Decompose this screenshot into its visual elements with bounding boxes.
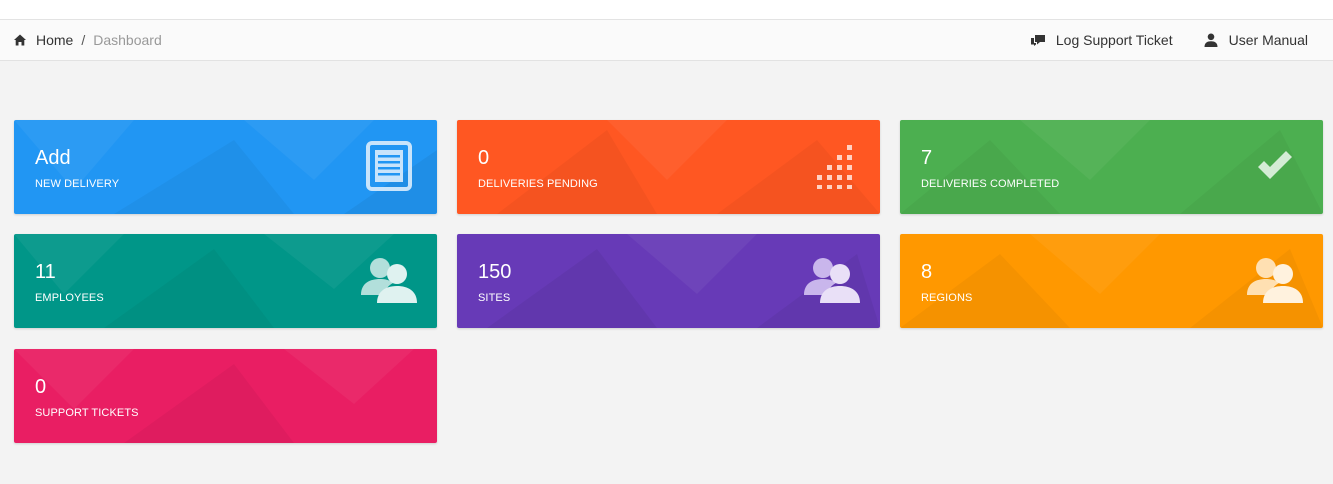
user-icon xyxy=(1203,32,1219,48)
tile-support-tickets[interactable]: 0 SUPPORT TICKETS xyxy=(14,349,437,443)
tile-sites[interactable]: 150 SITES xyxy=(457,234,880,328)
tile-value: 150 xyxy=(478,261,512,283)
tile-value: 7 xyxy=(921,147,933,169)
tile-label: EMPLOYEES xyxy=(35,292,104,304)
tile-label: DELIVERIES PENDING xyxy=(478,178,598,190)
user-manual-link[interactable]: User Manual xyxy=(1203,32,1308,48)
tile-background-pattern xyxy=(14,349,437,443)
breadcrumb-current: Dashboard xyxy=(93,32,162,48)
document-icon xyxy=(361,138,417,194)
top-bar xyxy=(0,0,1333,20)
breadcrumb-home-link[interactable]: Home xyxy=(36,32,73,48)
tile-value: 0 xyxy=(35,376,47,398)
users-icon xyxy=(804,252,860,308)
tile-new-delivery[interactable]: Add NEW DELIVERY xyxy=(14,120,437,214)
tile-employees[interactable]: 11 EMPLOYEES xyxy=(14,234,437,328)
tile-regions[interactable]: 8 REGIONS xyxy=(900,234,1323,328)
bar-dots-icon xyxy=(804,138,860,194)
user-manual-label: User Manual xyxy=(1228,32,1308,48)
header-actions: Log Support Ticket User Manual xyxy=(1000,32,1308,48)
log-support-ticket-label: Log Support Ticket xyxy=(1055,32,1173,48)
tile-value: Add xyxy=(35,147,71,169)
home-icon[interactable] xyxy=(13,33,27,47)
tile-label: REGIONS xyxy=(921,292,973,304)
users-icon xyxy=(1247,252,1303,308)
breadcrumb: Home / Dashboard xyxy=(13,32,162,48)
breadcrumb-bar: Home / Dashboard Log Support Ticket User… xyxy=(0,20,1333,61)
tile-deliveries-pending[interactable]: 0 DELIVERIES PENDING xyxy=(457,120,880,214)
tile-value: 8 xyxy=(921,261,933,283)
users-icon xyxy=(361,252,417,308)
tile-label: NEW DELIVERY xyxy=(35,178,120,190)
breadcrumb-separator: / xyxy=(81,32,86,48)
tile-label: SITES xyxy=(478,292,511,304)
log-support-ticket-link[interactable]: Log Support Ticket xyxy=(1030,32,1173,48)
chat-bubbles-icon xyxy=(1030,32,1046,48)
tile-value: 11 xyxy=(35,261,56,283)
tile-value: 0 xyxy=(478,147,490,169)
checkmark-icon xyxy=(1247,138,1303,194)
tile-label: SUPPORT TICKETS xyxy=(35,407,139,419)
tile-label: DELIVERIES COMPLETED xyxy=(921,178,1060,190)
tile-deliveries-completed[interactable]: 7 DELIVERIES COMPLETED xyxy=(900,120,1323,214)
